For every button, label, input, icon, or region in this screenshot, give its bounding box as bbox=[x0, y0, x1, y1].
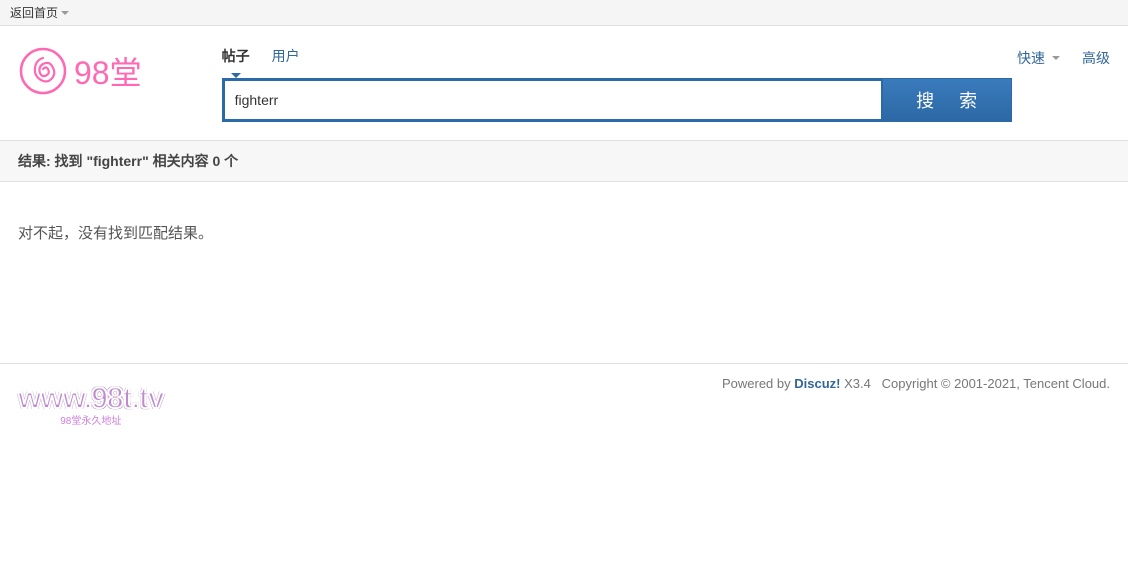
copyright-text: Copyright © 2001-2021, Tencent Cloud. bbox=[882, 376, 1110, 391]
site-logo[interactable]: 98堂 bbox=[18, 46, 142, 96]
header: 98堂 帖子 用户 快速 高级 搜 索 bbox=[0, 26, 1128, 140]
no-results-message: 对不起，没有找到匹配结果。 bbox=[18, 222, 1110, 243]
topbar: 返回首页 bbox=[0, 0, 1128, 26]
search-box: 搜 索 bbox=[222, 78, 1012, 122]
home-link[interactable]: 返回首页 bbox=[10, 4, 69, 21]
footer: Powered by Discuz! X3.4 Copyright © 2001… bbox=[0, 364, 1128, 444]
search-tabs-row: 帖子 用户 快速 高级 bbox=[222, 46, 1110, 70]
results-header: 结果: 找到 "fighterr" 相关内容 0 个 bbox=[0, 140, 1128, 182]
search-button[interactable]: 搜 索 bbox=[882, 78, 1012, 122]
chevron-down-icon bbox=[61, 11, 69, 15]
footer-credits: Powered by Discuz! X3.4 Copyright © 2001… bbox=[18, 376, 1110, 391]
quick-search-link[interactable]: 快速 bbox=[1017, 48, 1060, 68]
search-options: 快速 高级 bbox=[1017, 48, 1110, 68]
home-link-label: 返回首页 bbox=[10, 4, 58, 21]
rose-icon bbox=[18, 46, 68, 96]
discuz-version: X3.4 bbox=[840, 376, 870, 391]
discuz-link[interactable]: Discuz! bbox=[794, 376, 840, 391]
tab-posts[interactable]: 帖子 bbox=[222, 46, 250, 70]
tab-users[interactable]: 用户 bbox=[272, 46, 300, 70]
powered-by-prefix: Powered by bbox=[722, 376, 794, 391]
search-tabs: 帖子 用户 bbox=[222, 46, 300, 70]
chevron-down-icon bbox=[1052, 56, 1060, 60]
footer-logo-text: www.98t.tv bbox=[18, 382, 164, 416]
search-area: 帖子 用户 快速 高级 搜 索 bbox=[222, 46, 1110, 122]
advanced-search-link[interactable]: 高级 bbox=[1082, 48, 1110, 68]
results-body: 对不起，没有找到匹配结果。 bbox=[0, 182, 1128, 343]
search-input[interactable] bbox=[222, 78, 882, 122]
quick-search-label: 快速 bbox=[1017, 48, 1045, 68]
site-logo-text: 98堂 bbox=[74, 48, 142, 94]
footer-logo[interactable]: www.98t.tv 98堂永久地址 bbox=[18, 382, 164, 427]
